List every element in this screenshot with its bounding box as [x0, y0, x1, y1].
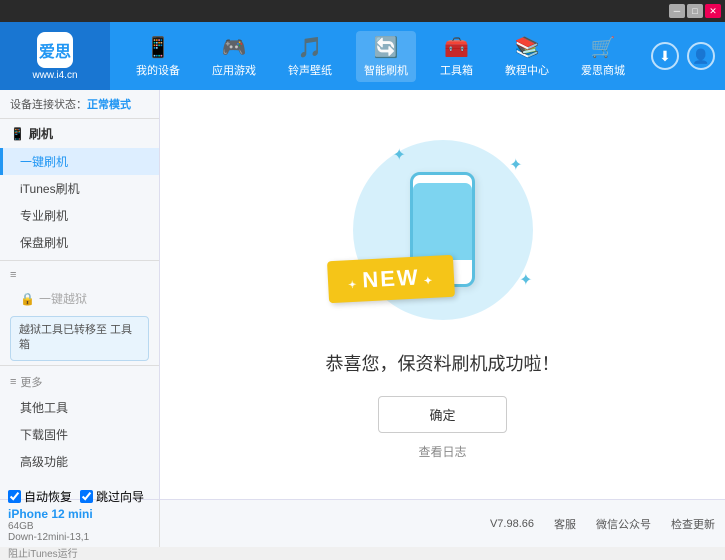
jailbreak-note: 越狱工具已转移至 工具箱 [10, 316, 149, 361]
view-journal-link[interactable]: 查看日志 [418, 443, 466, 460]
nav-items: 📱 我的设备 🎮 应用游戏 🎵 铃声壁纸 🔄 智能刷机 🧰 工具箱 📚 教程中心… [110, 22, 651, 90]
download-button[interactable]: ⬇ [651, 42, 679, 70]
footer-checkboxes: 自动恢复 跳过向导 [8, 488, 151, 505]
nav-item-apps[interactable]: 🎮 应用游戏 [204, 31, 264, 82]
divider-2 [0, 365, 159, 366]
skip-wizard-checkbox[interactable]: 跳过向导 [80, 488, 144, 505]
device-name: iPhone 12 mini [8, 507, 151, 521]
sidebar-item-jailbreak: 🔒 一键越狱 [0, 285, 159, 312]
device-model: Down-12mini-13,1 [8, 532, 151, 543]
wallpaper-icon: 🎵 [298, 35, 323, 60]
nav-item-toolbox-label: 工具箱 [440, 62, 473, 78]
shop-icon: 🛒 [591, 35, 616, 60]
lock-icon: 🔒 [20, 292, 35, 306]
version-label: V7.98.66 [490, 518, 534, 530]
nav-item-wallpaper-label: 铃声壁纸 [288, 62, 332, 78]
jailbreak-menu-icon: ≡ [10, 269, 16, 281]
auto-restore-checkbox[interactable]: 自动恢复 [8, 488, 72, 505]
more-section-header: ≡ 更多 [0, 370, 159, 394]
sidebar: 设备连接状态：正常模式 📱 刷机 一键刷机 iTunes刷机 专业刷机 保盘刷机… [0, 90, 160, 499]
confirm-button[interactable]: 确定 [378, 396, 506, 433]
nav-item-apps-label: 应用游戏 [212, 62, 256, 78]
content: NEW ✦ ✦ ✦ 恭喜您，保资料刷机成功啦！ 确定 查看日志 [160, 90, 725, 499]
status-label: 设备连接状态： [10, 99, 87, 111]
user-button[interactable]: 👤 [687, 42, 715, 70]
divider-1 [0, 260, 159, 261]
sparkle-2: ✦ [509, 155, 522, 175]
close-button[interactable]: ✕ [705, 4, 721, 18]
sidebar-item-save-flash[interactable]: 保盘刷机 [0, 229, 159, 256]
my-device-icon: 📱 [146, 35, 171, 60]
apps-icon: 🎮 [222, 35, 247, 60]
nav-item-wallpaper[interactable]: 🎵 铃声壁纸 [280, 31, 340, 82]
wechat-link[interactable]: 微信公众号 [596, 516, 651, 532]
sparkle-3: ✦ [519, 270, 532, 290]
smart-flash-icon: 🔄 [374, 35, 399, 60]
service-link[interactable]: 客服 [554, 516, 576, 532]
sidebar-item-pro-flash[interactable]: 专业刷机 [0, 202, 159, 229]
sidebar-item-other-tools[interactable]: 其他工具 [0, 394, 159, 421]
auto-restore-label: 自动恢复 [24, 488, 72, 505]
toolbox-icon: 🧰 [444, 35, 469, 60]
maximize-button[interactable]: □ [687, 4, 703, 18]
jailbreak-label: 一键越狱 [39, 290, 87, 307]
jailbreak-group-header: ≡ [0, 265, 159, 285]
more-section-label: 更多 [20, 374, 42, 390]
logo-symbol: 爱思 [39, 38, 71, 62]
auto-restore-input[interactable] [8, 490, 21, 503]
flash-section-icon: 📱 [10, 127, 25, 141]
title-bar: ─ □ ✕ [0, 0, 725, 22]
sidebar-item-one-key-flash[interactable]: 一键刷机 [0, 148, 159, 175]
success-text: 恭喜您，保资料刷机成功啦！ [326, 350, 560, 376]
update-link[interactable]: 检查更新 [671, 516, 715, 532]
nav-item-smart-flash-label: 智能刷机 [364, 62, 408, 78]
phone-screen [413, 183, 472, 260]
sidebar-item-advanced[interactable]: 高级功能 [0, 448, 159, 475]
sidebar-item-download-firmware[interactable]: 下载固件 [0, 421, 159, 448]
footer: 自动恢复 跳过向导 iPhone 12 mini 64GB Down-12min… [0, 499, 725, 547]
header-right: ⬇ 👤 [651, 42, 725, 70]
logo-icon: 爱思 [37, 32, 73, 68]
nav-item-tutorial[interactable]: 📚 教程中心 [497, 31, 557, 82]
nav-item-my-device-label: 我的设备 [136, 62, 180, 78]
itunes-status: 阻止iTunes运行 [8, 545, 151, 560]
nav-item-my-device[interactable]: 📱 我的设备 [128, 31, 188, 82]
footer-right: V7.98.66 客服 微信公众号 检查更新 [160, 500, 725, 547]
flash-section-header: 📱 刷机 [0, 119, 159, 148]
status-value: 正常模式 [87, 99, 131, 111]
sparkle-1: ✦ [393, 145, 406, 165]
more-menu-icon: ≡ [10, 376, 16, 388]
device-storage: 64GB [8, 521, 151, 532]
footer-device: iPhone 12 mini 64GB Down-12mini-13,1 [8, 507, 151, 543]
nav-item-tutorial-label: 教程中心 [505, 62, 549, 78]
success-illustration: NEW ✦ ✦ ✦ [333, 130, 553, 330]
skip-wizard-label: 跳过向导 [96, 488, 144, 505]
tutorial-icon: 📚 [515, 35, 540, 60]
footer-left: 自动恢复 跳过向导 iPhone 12 mini 64GB Down-12min… [0, 500, 160, 547]
nav-item-shop-label: 爱思商城 [581, 62, 625, 78]
skip-wizard-input[interactable] [80, 490, 93, 503]
connection-status: 设备连接状态：正常模式 [0, 90, 159, 119]
minimize-button[interactable]: ─ [669, 4, 685, 18]
header: 爱思 www.i4.cn 📱 我的设备 🎮 应用游戏 🎵 铃声壁纸 🔄 智能刷机… [0, 22, 725, 90]
logo-text: www.i4.cn [32, 70, 77, 81]
flash-section-label: 刷机 [29, 125, 53, 142]
new-badge: NEW [326, 254, 454, 303]
nav-item-toolbox[interactable]: 🧰 工具箱 [432, 31, 481, 82]
nav-item-smart-flash[interactable]: 🔄 智能刷机 [356, 31, 416, 82]
main: 设备连接状态：正常模式 📱 刷机 一键刷机 iTunes刷机 专业刷机 保盘刷机… [0, 90, 725, 499]
logo-area: 爱思 www.i4.cn [0, 22, 110, 90]
sidebar-item-itunes-flash[interactable]: iTunes刷机 [0, 175, 159, 202]
nav-item-shop[interactable]: 🛒 爱思商城 [573, 31, 633, 82]
